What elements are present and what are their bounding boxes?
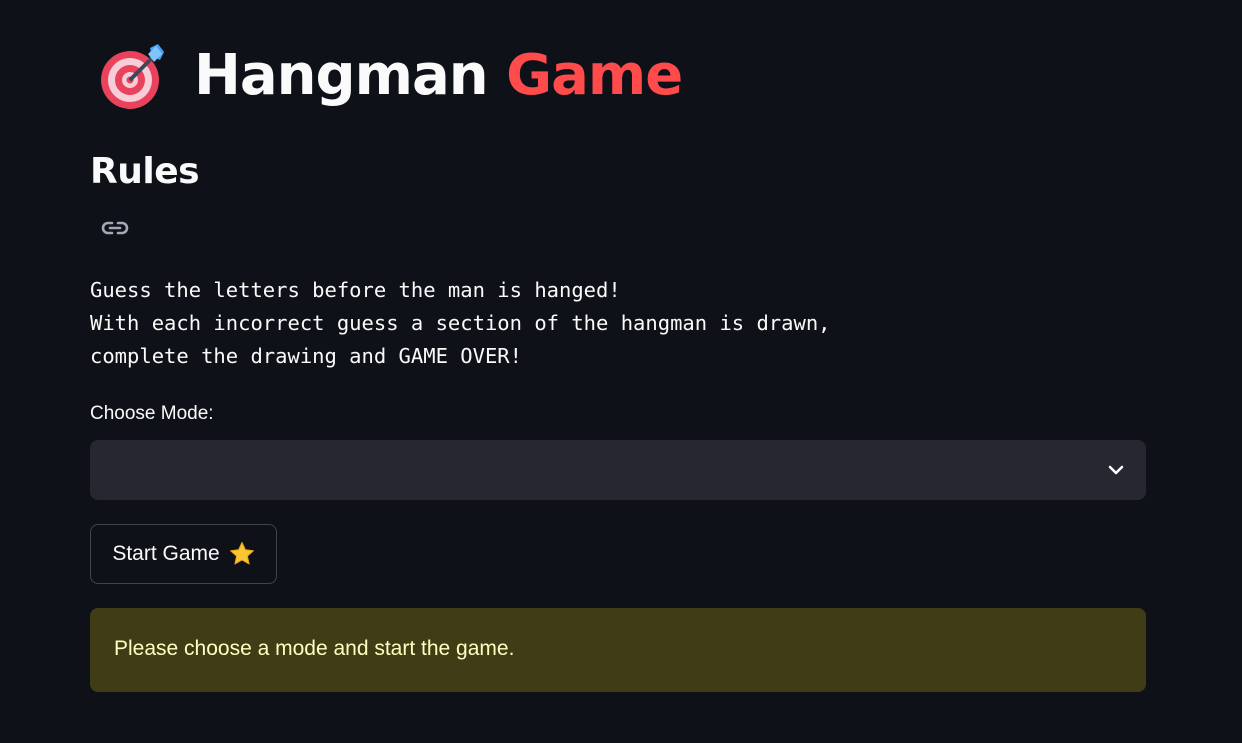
rules-line: Guess the letters before the man is hang…: [90, 278, 621, 302]
title-main-text: Hangman: [194, 43, 489, 108]
page-title: Hangman Game: [100, 36, 683, 116]
alert-message: Please choose a mode and start the game.: [114, 637, 515, 660]
rules-text: Guess the letters before the man is hang…: [90, 274, 831, 373]
start-game-label: Start Game: [112, 542, 220, 565]
start-game-button[interactable]: Start Game: [90, 524, 277, 584]
app-page: Hangman Game Rules Guess the letters bef…: [0, 0, 1242, 743]
mode-label: Choose Mode:: [90, 403, 214, 424]
rules-line: With each incorrect guess a section of t…: [90, 311, 831, 335]
link-icon[interactable]: [100, 216, 130, 240]
chevron-down-icon: [1108, 465, 1124, 475]
mode-select[interactable]: [90, 440, 1146, 500]
rules-line: complete the drawing and GAME OVER!: [90, 344, 522, 368]
rules-heading: Rules: [90, 151, 200, 192]
dart-target-icon: [101, 44, 164, 109]
star-icon: [229, 542, 254, 565]
title-accent-text: Game: [506, 43, 683, 108]
warning-alert: Please choose a mode and start the game.: [90, 608, 1146, 692]
